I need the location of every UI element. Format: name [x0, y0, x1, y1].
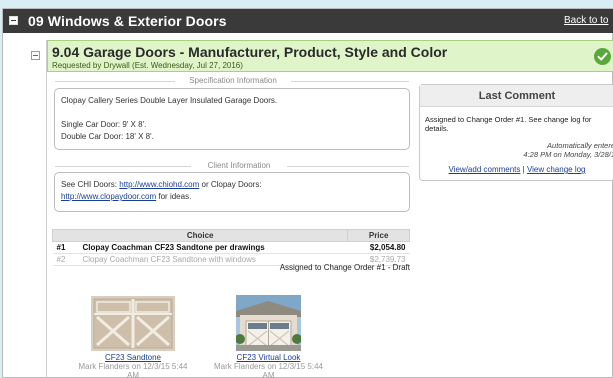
table-row[interactable]: #1 Clopay Coachman CF23 Sandtone per dra… — [52, 241, 410, 254]
attachment-author: Mark Flanders on 12/3/15 5:44 — [214, 362, 323, 371]
last-comment-panel: Last Comment Assigned to Change Order #1… — [419, 84, 613, 181]
attachment-author: AM — [127, 371, 139, 378]
item-content: 9.04 Garage Doors - Manufacturer, Produc… — [46, 40, 613, 378]
client-heading: Client Information — [207, 161, 271, 170]
attachment-info: CF23 Sandtone Mark Flanders on 12/3/15 5… — [55, 353, 211, 378]
choice-name: Clopay Coachman CF23 Sandtone per drawin… — [78, 241, 348, 254]
back-to-top-link[interactable]: Back to to — [564, 15, 608, 26]
link-separator: | — [522, 165, 525, 174]
table-header-row: Choice Price — [51, 229, 410, 242]
last-comment-header: Last Comment — [420, 85, 613, 107]
section-header: 09 Windows & Exterior Doors Back to to — [3, 9, 613, 33]
divider — [55, 166, 191, 167]
comment-text: Assigned to Change Order #1. See change … — [425, 115, 592, 133]
comment-auto-note: Automatically entere — [547, 141, 613, 150]
client-text: See CHI Doors: http://www.chiohd.com or … — [61, 179, 403, 191]
item-header: 9.04 Garage Doors - Manufacturer, Produc… — [47, 40, 613, 72]
choice-price: $2,054.80 — [347, 241, 410, 254]
client-box: See CHI Doors: http://www.chiohd.com or … — [54, 172, 410, 212]
attachment-author: Mark Flanders on 12/3/15 5:44 — [78, 362, 188, 371]
view-add-comments-link[interactable]: View/add comments — [449, 165, 521, 174]
chi-doors-link[interactable]: http://www.chiohd.com — [119, 180, 199, 189]
comment-links: View/add comments | View change log — [420, 165, 613, 174]
divider — [55, 81, 175, 82]
comment-date: 4:28 PM on Monday, 3/28/1 — [523, 150, 613, 159]
client-text-part: for ideas. — [156, 192, 192, 201]
choices-table: Choice Price #1 Clopay Coachman CF23 San… — [51, 229, 410, 266]
divider — [291, 81, 409, 82]
clopay-doors-link[interactable]: http://www.clopaydoor.com — [61, 192, 156, 201]
garage-door-thumbnail[interactable] — [91, 296, 175, 351]
client-text: http://www.clopaydoor.com for ideas. — [61, 191, 403, 203]
column-header-choice: Choice — [51, 229, 349, 242]
collapse-item-icon[interactable] — [31, 51, 40, 60]
attachment-author: AM — [262, 371, 275, 378]
spec-box: Clopay Callery Series Double Layer Insul… — [54, 88, 410, 150]
spec-line: Single Car Door: 9' X 8'. — [61, 120, 147, 129]
item-subtitle: Requested by Drywall (Est. Wednesday, Ju… — [52, 61, 243, 70]
assigned-status: Assigned to Change Order #1 - Draft — [279, 263, 410, 272]
attachment-caption-link[interactable]: CF23 Virtual Look — [191, 353, 346, 362]
section-panel: 09 Windows & Exterior Doors Back to to 9… — [2, 8, 613, 378]
garage-photo-thumbnail[interactable] — [236, 295, 301, 351]
section-title: 09 Windows & Exterior Doors — [28, 13, 227, 29]
spec-line: Double Car Door: 18' X 8'. — [61, 132, 154, 141]
client-text-part: See CHI Doors: — [61, 180, 120, 189]
column-header-price: Price — [347, 229, 410, 242]
spec-heading: Specification Information — [189, 76, 277, 85]
item-title: 9.04 Garage Doors - Manufacturer, Produc… — [52, 44, 448, 60]
collapse-section-icon[interactable] — [9, 16, 18, 25]
divider — [287, 166, 409, 167]
attachment-caption-link[interactable]: CF23 Sandtone — [55, 353, 211, 362]
view-change-log-link[interactable]: View change log — [527, 165, 586, 174]
choice-number: #1 — [52, 241, 79, 254]
client-text-part: or Clopay Doors: — [199, 180, 262, 189]
checkmark-icon — [594, 48, 611, 65]
attachment-info: CF23 Virtual Look Mark Flanders on 12/3/… — [191, 353, 346, 378]
spec-line: Clopay Callery Series Double Layer Insul… — [61, 96, 278, 105]
